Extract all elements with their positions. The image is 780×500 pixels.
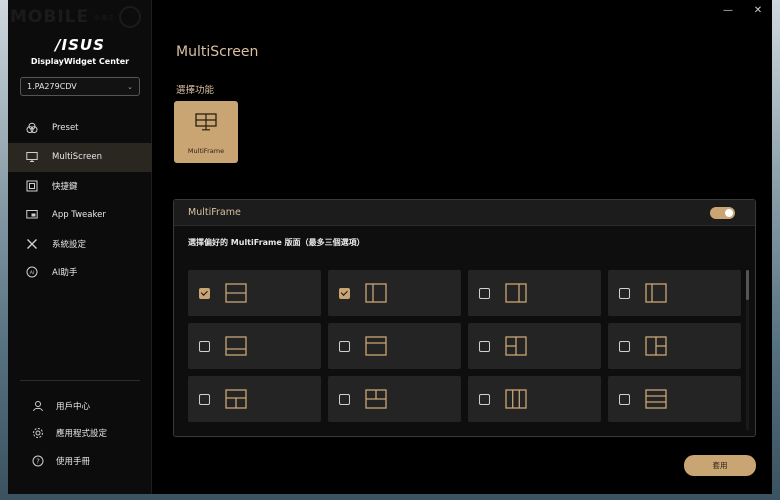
layout-checkbox[interactable] — [619, 393, 630, 405]
layout-option-split-vertical-right[interactable] — [468, 270, 601, 316]
top-split-bottom-band-layout-icon — [365, 389, 387, 409]
brand: /ISUS DisplayWidget Center — [8, 36, 152, 66]
sidebar-item-label: 系統設定 — [52, 239, 87, 250]
sidebar-nav: Preset MultiScreen 快捷鍵 App Tweaker 系統設定 … — [8, 114, 152, 287]
layout-checkbox[interactable] — [339, 340, 350, 352]
three-columns-layout-icon — [505, 389, 527, 409]
tools-icon — [26, 238, 38, 250]
layout-option-left-half-right-split[interactable] — [468, 323, 601, 369]
shortcut-icon — [26, 180, 38, 192]
sidebar-item-label: 應用程式設定 — [56, 429, 108, 440]
left-full-right-split-layout-icon — [645, 336, 667, 356]
toggle-knob — [725, 208, 733, 217]
sidebar-item-label: 快捷鍵 — [52, 181, 78, 192]
sidebar-item-label: 使用手冊 — [56, 456, 91, 467]
feature-card-label: MultiFrame — [187, 147, 225, 155]
feature-card-multiframe[interactable]: MultiFrame — [174, 101, 238, 163]
monitor-select[interactable]: 1.PA279CDV ⌄ — [20, 77, 140, 96]
section-label: 選擇功能 — [176, 85, 215, 96]
layout-option-top-middle-band[interactable] — [328, 323, 461, 369]
three-rows-layout-icon — [645, 389, 667, 409]
watermark: MOBILE 手機王 — [10, 6, 142, 28]
sidebar-item-app-tweaker[interactable]: App Tweaker — [8, 200, 152, 229]
monitor-icon — [26, 151, 38, 163]
top-large-bottom-layout-icon — [225, 336, 247, 356]
panel-title: MultiFrame — [188, 207, 241, 218]
app-tweaker-icon — [26, 209, 38, 221]
watermark-text: MOBILE — [10, 7, 90, 27]
sidebar-item-multiscreen[interactable]: MultiScreen — [8, 142, 152, 172]
help-icon: ? — [32, 455, 44, 467]
sidebar-item-app-settings[interactable]: 應用程式設定 — [8, 420, 152, 448]
split-vertical-right-layout-icon — [505, 283, 527, 303]
layout-option-split-vertical[interactable] — [328, 270, 461, 316]
layout-checkbox[interactable] — [339, 393, 350, 405]
sidebar-item-user-manual[interactable]: ? 使用手冊 — [8, 447, 152, 475]
scrollbar-thumb[interactable] — [746, 270, 749, 300]
split-horizontal-layout-icon — [225, 283, 247, 303]
gear-icon — [32, 427, 44, 439]
split-vertical-layout-icon — [365, 283, 387, 303]
layout-option-top-large-bottom[interactable] — [188, 323, 321, 369]
window-controls: — ✕ — [722, 5, 764, 16]
sidebar-item-preset[interactable]: Preset — [8, 114, 152, 143]
layout-checkbox[interactable] — [339, 287, 350, 299]
apply-button[interactable]: 套用 — [684, 455, 756, 476]
minimize-button[interactable]: — — [722, 5, 734, 16]
sidebar-item-system-settings[interactable]: 系統設定 — [8, 229, 152, 258]
app-name: DisplayWidget Center — [30, 57, 130, 66]
sidebar-item-shortcut[interactable]: 快捷鍵 — [8, 172, 152, 201]
layout-option-top-split-bottom-band[interactable] — [328, 376, 461, 422]
close-button[interactable]: ✕ — [752, 5, 764, 16]
layout-option-split-horizontal[interactable] — [188, 270, 321, 316]
sidebar-item-label: AI助手 — [52, 268, 78, 279]
sidebar-item-label: App Tweaker — [52, 209, 106, 220]
svg-text:?: ? — [36, 457, 40, 465]
watermark-small: 手機王 — [94, 14, 116, 22]
layout-option-three-columns[interactable] — [468, 376, 601, 422]
layout-option-split-vertical-left[interactable] — [608, 270, 741, 316]
top-band-bottom-split-layout-icon — [225, 389, 247, 409]
multiframe-panel: MultiFrame 選擇偏好的 MultiFrame 版面（最多三個選項） — [173, 199, 756, 437]
top-middle-band-layout-icon — [365, 336, 387, 356]
layout-option-three-rows[interactable] — [608, 376, 741, 422]
multiframe-icon — [195, 113, 217, 135]
ai-icon: AI — [26, 266, 38, 278]
split-vertical-left-layout-icon — [645, 283, 667, 303]
sidebar-divider — [20, 380, 140, 381]
layout-grid — [188, 270, 744, 422]
main-content: — ✕ MultiScreen 選擇功能 MultiFrame MultiFra… — [152, 0, 772, 494]
layout-checkbox[interactable] — [199, 340, 210, 352]
layout-checkbox[interactable] — [479, 340, 490, 352]
layout-checkbox[interactable] — [619, 287, 630, 299]
layout-checkbox[interactable] — [199, 287, 210, 299]
page-title: MultiScreen — [176, 44, 259, 60]
sidebar-item-label: Preset — [52, 123, 79, 134]
asus-logo: /ISUS — [55, 36, 105, 54]
panel-description: 選擇偏好的 MultiFrame 版面（最多三個選項） — [188, 238, 365, 247]
preset-icon — [26, 122, 38, 134]
app-window: /ISUS DisplayWidget Center 1.PA279CDV ⌄ … — [8, 0, 772, 494]
sidebar-item-ai-assistant[interactable]: AI AI助手 — [8, 258, 152, 287]
layout-checkbox[interactable] — [619, 340, 630, 352]
layout-option-left-full-right-split[interactable] — [608, 323, 741, 369]
user-icon — [32, 400, 44, 412]
svg-text:AI: AI — [30, 270, 34, 276]
left-half-right-split-layout-icon — [505, 336, 527, 356]
sidebar-bottom-nav: 用戶中心 應用程式設定 ? 使用手冊 — [8, 392, 152, 475]
layout-option-top-band-bottom-split[interactable] — [188, 376, 321, 422]
layout-checkbox[interactable] — [479, 287, 490, 299]
layout-checkbox[interactable] — [199, 393, 210, 405]
layout-checkbox[interactable] — [479, 393, 490, 405]
sidebar-item-label: 用戶中心 — [56, 401, 91, 412]
sidebar-item-user-center[interactable]: 用戶中心 — [8, 392, 152, 420]
chevron-down-icon: ⌄ — [127, 82, 133, 91]
sidebar: /ISUS DisplayWidget Center 1.PA279CDV ⌄ … — [8, 0, 152, 494]
panel-header: MultiFrame — [174, 200, 755, 226]
watermark-logo-icon — [119, 6, 142, 28]
panel-scrollbar[interactable] — [746, 270, 749, 430]
monitor-select-value: 1.PA279CDV — [27, 82, 77, 91]
sidebar-item-label: MultiScreen — [52, 152, 102, 163]
multiframe-toggle[interactable] — [710, 206, 735, 219]
